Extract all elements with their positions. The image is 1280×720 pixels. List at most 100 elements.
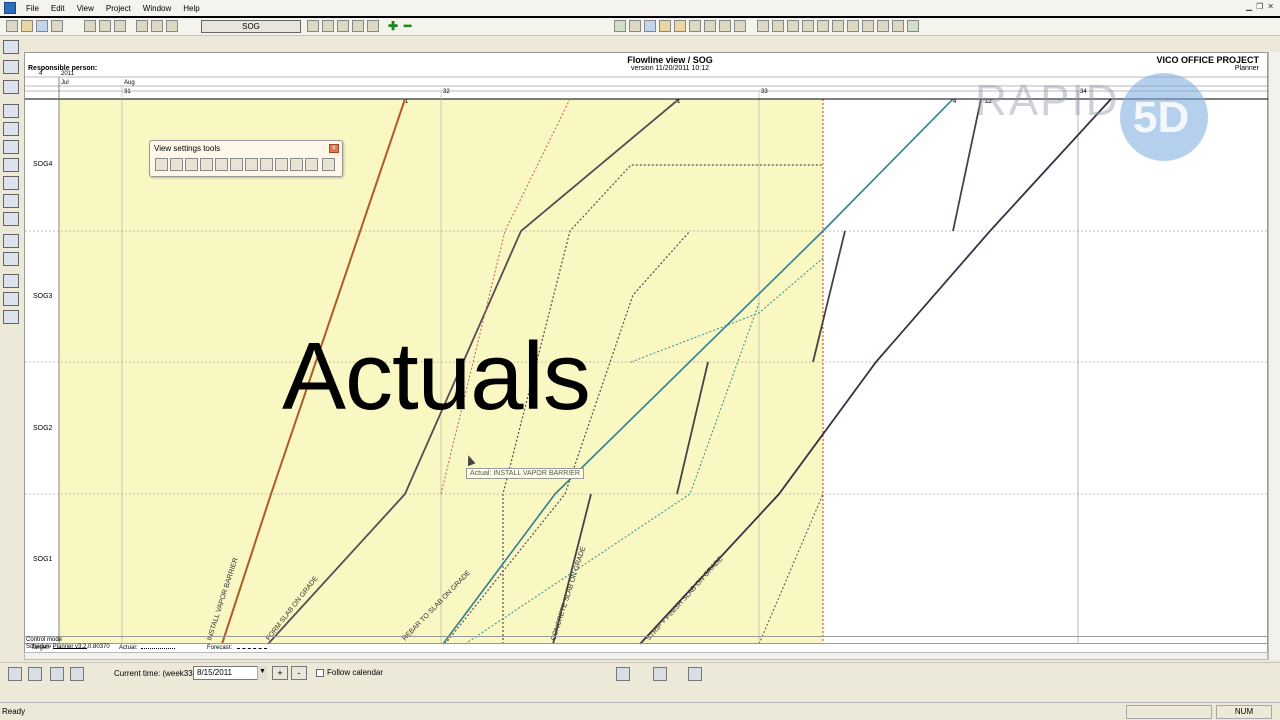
tool-13-icon[interactable] (802, 20, 814, 32)
edit-icon[interactable] (616, 667, 630, 681)
palette-tool-1-icon[interactable] (3, 40, 19, 54)
time-tool-3-icon[interactable] (50, 667, 64, 681)
palette-tool-3-icon[interactable] (3, 80, 19, 94)
follow-calendar-checkbox[interactable] (316, 669, 324, 677)
copy-icon[interactable] (99, 20, 111, 32)
view-tool-4-icon[interactable] (200, 158, 213, 171)
week-32: 32 (443, 89, 450, 95)
close-icon[interactable]: x (329, 144, 339, 153)
palette-tool-14-icon[interactable] (3, 292, 19, 306)
palette-tool-9-icon[interactable] (3, 194, 19, 208)
row-label-sog3: SOG3 (33, 293, 53, 300)
view-tool-12-icon[interactable] (322, 158, 335, 171)
print-setup-icon[interactable] (166, 20, 178, 32)
zoom-icon[interactable] (307, 20, 319, 32)
tool-20-icon[interactable] (907, 20, 919, 32)
tool-9-icon[interactable] (734, 20, 746, 32)
watermark-badge-text: 5D (1133, 93, 1190, 142)
tool-3-icon[interactable] (644, 20, 656, 32)
vertical-scrollbar[interactable] (1268, 52, 1280, 660)
tool-2-icon[interactable] (629, 20, 641, 32)
palette-tool-5-icon[interactable] (3, 122, 19, 136)
zoom-range-icon[interactable] (352, 20, 364, 32)
view-tool-8-icon[interactable] (260, 158, 273, 171)
print-icon[interactable] (136, 20, 148, 32)
palette-tool-10-icon[interactable] (3, 212, 19, 226)
menu-edit[interactable]: Edit (45, 4, 71, 13)
current-time-label: Current time: (week33) (114, 669, 196, 678)
week-33: 33 (761, 89, 768, 95)
menu-bar: File Edit View Project Window Help ▁ ❐ ✕ (0, 0, 1280, 16)
menu-help[interactable]: Help (177, 4, 205, 13)
palette-tool-15-icon[interactable] (3, 310, 19, 324)
tool-5-icon[interactable] (674, 20, 686, 32)
minimize-icon[interactable]: ▁ (1246, 2, 1252, 11)
palette-tool-8-icon[interactable] (3, 176, 19, 190)
palette-tool-2-icon[interactable] (3, 60, 19, 74)
location-selector[interactable]: SOG (201, 20, 301, 33)
tool-18-icon[interactable] (877, 20, 889, 32)
current-date-field[interactable]: 8/15/2011 (193, 666, 267, 680)
zoom-out-icon[interactable] (322, 20, 334, 32)
time-tool-4-icon[interactable] (70, 667, 84, 681)
restore-icon[interactable]: ❐ (1256, 2, 1263, 11)
palette-tool-12-icon[interactable] (3, 252, 19, 266)
palette-tool-11-icon[interactable] (3, 234, 19, 248)
tool-15-icon[interactable] (832, 20, 844, 32)
view-tool-1-icon[interactable] (155, 158, 168, 171)
remove-icon[interactable]: ━ (404, 19, 411, 33)
palette-tool-7-icon[interactable] (3, 158, 19, 172)
view-tool-2-icon[interactable] (170, 158, 183, 171)
tool-7-icon[interactable] (704, 20, 716, 32)
view-version: version 11/20/2011 10:12 (631, 65, 709, 72)
palette-tool-4-icon[interactable] (3, 104, 19, 118)
tool-11-icon[interactable] (772, 20, 784, 32)
time-minus-button[interactable]: - (291, 666, 307, 680)
menu-view[interactable]: View (71, 4, 100, 13)
view-tool-7-icon[interactable] (245, 158, 258, 171)
pencil-icon[interactable] (659, 20, 671, 32)
open-icon[interactable] (21, 20, 33, 32)
menu-file[interactable]: File (20, 4, 45, 13)
refresh-icon[interactable] (688, 667, 702, 681)
date-dropdown-icon[interactable]: ▼ (257, 666, 267, 680)
print-preview-icon[interactable] (151, 20, 163, 32)
menu-project[interactable]: Project (100, 4, 137, 13)
view-tool-9-icon[interactable] (275, 158, 288, 171)
compass-icon[interactable] (653, 667, 667, 681)
tool-14-icon[interactable] (817, 20, 829, 32)
horizontal-scrollbar[interactable] (24, 652, 1268, 660)
month-aug: Aug (124, 80, 135, 86)
menu-window[interactable]: Window (137, 4, 177, 13)
paste-icon[interactable] (114, 20, 126, 32)
cut-icon[interactable] (84, 20, 96, 32)
view-tool-3-icon[interactable] (185, 158, 198, 171)
tool-17-icon[interactable] (862, 20, 874, 32)
view-tool-6-icon[interactable] (230, 158, 243, 171)
view-settings-tools-palette[interactable]: View settings tools x (149, 140, 343, 177)
palette-tool-13-icon[interactable] (3, 274, 19, 288)
row-label-sog2: SOG2 (33, 425, 53, 432)
tool-8-icon[interactable] (719, 20, 731, 32)
tool-1-icon[interactable] (614, 20, 626, 32)
palette-tool-6-icon[interactable] (3, 140, 19, 154)
tool-19-icon[interactable] (892, 20, 904, 32)
zoom-fit-icon[interactable] (337, 20, 349, 32)
close-icon[interactable]: ✕ (1267, 2, 1274, 11)
zoom-select-icon[interactable] (367, 20, 379, 32)
undo-icon[interactable] (51, 20, 63, 32)
tool-12-icon[interactable] (787, 20, 799, 32)
view-settings-title: View settings tools (154, 144, 221, 153)
tool-16-icon[interactable] (847, 20, 859, 32)
time-plus-button[interactable]: + (272, 666, 288, 680)
time-tool-2-icon[interactable] (28, 667, 42, 681)
time-tool-1-icon[interactable] (8, 667, 22, 681)
view-tool-10-icon[interactable] (290, 158, 303, 171)
view-tool-11-icon[interactable] (305, 158, 318, 171)
new-icon[interactable] (6, 20, 18, 32)
view-tool-5-icon[interactable] (215, 158, 228, 171)
tool-10-icon[interactable] (757, 20, 769, 32)
tool-6-icon[interactable] (689, 20, 701, 32)
save-icon[interactable] (36, 20, 48, 32)
add-icon[interactable]: ✚ (388, 19, 398, 33)
